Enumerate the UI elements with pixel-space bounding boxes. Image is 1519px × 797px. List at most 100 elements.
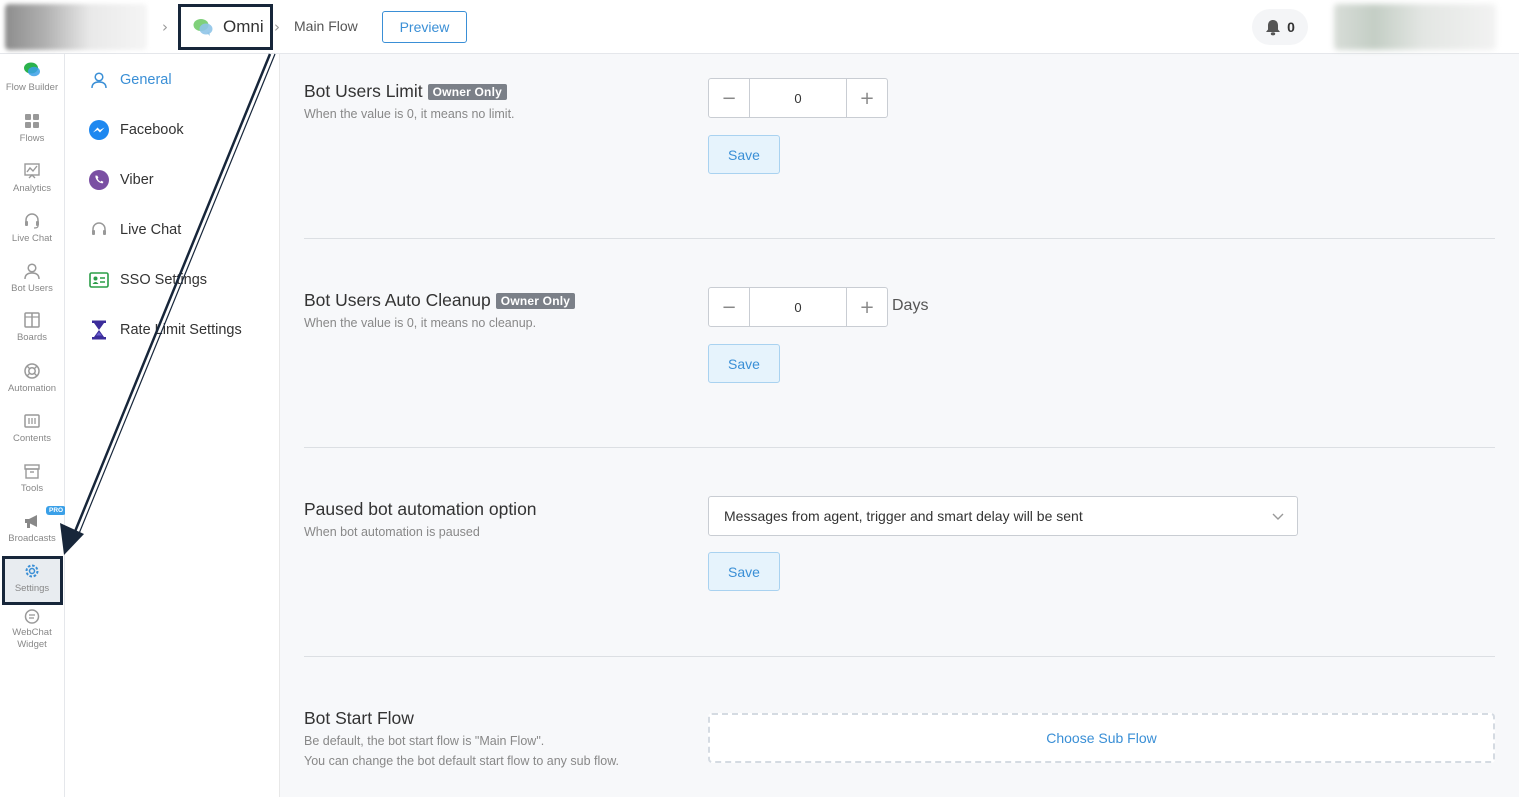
settings-item-live-chat[interactable]: Live Chat <box>88 219 181 241</box>
hourglass-icon <box>88 319 110 341</box>
bot-start-flow-desc-1: Be default, the bot start flow is "Main … <box>304 734 545 748</box>
bot-name-breadcrumb[interactable]: Omni <box>178 4 273 50</box>
paused-automation-desc: When bot automation is paused <box>304 525 480 539</box>
section-title-text: Bot Start Flow <box>304 708 414 728</box>
chevron-down-icon <box>1272 513 1284 520</box>
owner-only-badge: Owner Only <box>427 83 507 100</box>
sidebar-item-label: Analytics <box>12 183 51 194</box>
select-value: Messages from agent, trigger and smart d… <box>724 508 1083 524</box>
sidebar-item-label: Automation <box>7 383 57 394</box>
sidebar-item-label: Contents <box>12 433 52 444</box>
settings-item-rate-limit[interactable]: Rate Limit Settings <box>88 319 242 341</box>
sidebar-item-settings[interactable]: Settings <box>0 562 64 595</box>
bot-users-cleanup-title: Bot Users Auto Cleanup Owner Only <box>304 290 576 311</box>
user-profile-blurred[interactable] <box>1334 4 1496 50</box>
chart-icon <box>24 163 40 179</box>
paused-automation-title: Paused bot automation option <box>304 499 537 520</box>
bot-users-cleanup-desc: When the value is 0, it means no cleanup… <box>304 316 537 330</box>
sidebar-item-label: Settings <box>14 583 50 594</box>
settings-sidebar: General Facebook Viber Live Chat SSO Set… <box>65 54 280 797</box>
save-button[interactable]: Save <box>708 552 780 591</box>
decrement-button[interactable]: − <box>709 288 749 326</box>
sidebar-item-boards[interactable]: Boards <box>0 311 64 344</box>
owner-only-badge: Owner Only <box>495 292 576 309</box>
chevron-right-icon: › <box>274 18 280 36</box>
contents-icon <box>24 414 40 428</box>
settings-item-general[interactable]: General <box>88 69 172 91</box>
viber-icon <box>88 169 110 191</box>
section-divider <box>304 238 1495 239</box>
sidebar-item-label: Boards <box>16 332 48 343</box>
sidebar-item-live-chat[interactable]: Live Chat <box>0 212 64 245</box>
bot-name: Omni <box>223 17 264 36</box>
settings-item-facebook[interactable]: Facebook <box>88 119 184 141</box>
bot-users-limit-value[interactable]: 0 <box>749 79 847 117</box>
grid-icon <box>25 114 39 128</box>
chat-bubbles-icon <box>193 19 213 36</box>
sidebar-item-label: Flows <box>19 133 45 144</box>
settings-item-label: Live Chat <box>120 222 182 238</box>
bot-users-cleanup-value[interactable]: 0 <box>749 288 847 326</box>
sidebar-item-analytics[interactable]: Analytics <box>0 162 64 195</box>
bell-icon <box>1266 19 1281 35</box>
settings-item-label: Rate Limit Settings <box>120 322 242 338</box>
bot-start-flow-desc-2: You can change the bot default start flo… <box>304 754 620 768</box>
settings-item-label: General <box>120 72 172 88</box>
save-button[interactable]: Save <box>708 135 780 174</box>
chevron-right-icon: › <box>162 18 168 36</box>
sidebar-item-contents[interactable]: Contents <box>0 412 64 445</box>
sidebar-item-automation[interactable]: Automation <box>0 362 64 395</box>
bot-start-flow-title: Bot Start Flow <box>304 708 414 729</box>
paused-automation-select[interactable]: Messages from agent, trigger and smart d… <box>708 496 1298 536</box>
days-unit-label: Days <box>892 297 929 314</box>
sidebar-item-flows[interactable]: Flows <box>0 112 64 145</box>
messenger-icon <box>88 119 110 141</box>
sidebar-item-webchat-widget[interactable]: WebChat Widget <box>0 608 64 651</box>
megaphone-icon <box>25 515 37 528</box>
sidebar-item-tools[interactable]: Tools <box>0 462 64 495</box>
settings-item-label: Viber <box>120 172 154 188</box>
notification-count: 0 <box>1287 19 1295 35</box>
section-divider <box>304 656 1495 657</box>
id-card-icon <box>88 269 110 291</box>
sidebar-item-label: Bot Users <box>11 283 53 294</box>
gear-icon <box>25 564 39 578</box>
increment-button[interactable]: + <box>847 79 887 117</box>
section-title-text: Bot Users Limit <box>304 81 423 101</box>
account-switcher-blurred[interactable] <box>5 4 147 50</box>
pro-badge: PRO <box>46 506 67 515</box>
settings-item-label: Facebook <box>120 122 184 138</box>
box-icon <box>24 464 40 479</box>
board-icon <box>24 312 40 328</box>
top-bar: › Omni › Main Flow Preview 0 <box>0 0 1519 54</box>
user-outline-icon <box>88 69 110 91</box>
sidebar-item-label: Tools <box>20 483 44 494</box>
main-sidebar: Flow Builder Flows Analytics Live Chat B… <box>0 54 67 797</box>
sidebar-item-bot-users[interactable]: Bot Users <box>0 262 64 295</box>
preview-button[interactable]: Preview <box>382 11 467 43</box>
decrement-button[interactable]: − <box>709 79 749 117</box>
settings-item-sso[interactable]: SSO Settings <box>88 269 207 291</box>
chat-bubble-icon <box>24 609 40 624</box>
settings-item-viber[interactable]: Viber <box>88 169 154 191</box>
choose-sub-flow-button[interactable]: Choose Sub Flow <box>708 713 1495 763</box>
user-icon <box>24 263 40 280</box>
sidebar-item-flow-builder[interactable]: Flow Builder <box>0 61 64 94</box>
settings-item-label: SSO Settings <box>120 272 208 288</box>
bot-users-limit-stepper: − 0 + <box>708 78 888 118</box>
flow-builder-icon <box>24 62 40 77</box>
headset-icon <box>88 219 110 241</box>
flow-name-breadcrumb[interactable]: Main Flow <box>294 18 358 34</box>
section-title-text: Paused bot automation option <box>304 499 537 519</box>
lifebuoy-icon <box>24 363 40 379</box>
bot-users-cleanup-stepper: − 0 + <box>708 287 888 327</box>
sidebar-item-label: Broadcasts <box>8 533 56 544</box>
settings-content: Bot Users Limit Owner Only When the valu… <box>280 54 1519 797</box>
increment-button[interactable]: + <box>847 288 887 326</box>
section-title-text: Bot Users Auto Cleanup <box>304 290 491 310</box>
section-divider <box>304 447 1495 448</box>
notifications-button[interactable]: 0 <box>1252 9 1308 45</box>
sidebar-item-broadcasts[interactable]: PRO Broadcasts <box>0 506 67 545</box>
save-button[interactable]: Save <box>708 344 780 383</box>
sidebar-item-label: Flow Builder <box>5 82 59 93</box>
